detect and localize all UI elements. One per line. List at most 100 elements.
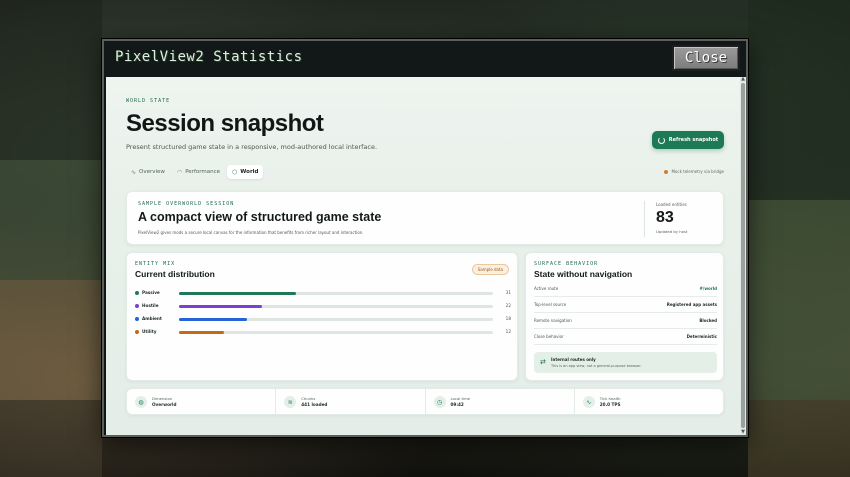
surface-row: Close behavior Deterministic (534, 329, 717, 345)
entity-mix-card: ENTITY MIX Current distribution Sample d… (126, 252, 518, 381)
scroll-down-icon[interactable]: ▼ (740, 430, 746, 435)
mix-eyebrow: ENTITY MIX (135, 261, 176, 267)
telemetry-label: Mock telemetry via bridge (671, 169, 724, 174)
mix-row-hostile: Hostile 22 (135, 302, 511, 310)
title-bar: PixelView2 Statistics Close (104, 41, 746, 77)
progress-track (179, 331, 493, 334)
progress-fill (179, 292, 297, 295)
footer-key: Tick health (599, 396, 621, 401)
footer-value: 441 loaded (301, 402, 328, 407)
internal-title: Internal routes only (551, 357, 596, 362)
mix-label: Ambient (142, 316, 162, 321)
progress-track (179, 292, 493, 295)
surface-key: Close behavior (534, 334, 564, 339)
activity-icon: ∿ (131, 168, 137, 176)
mix-label: Passive (142, 290, 160, 295)
mix-value: 12 (505, 329, 511, 334)
globe-icon: ◍ (135, 396, 147, 408)
tab-label: Overview (139, 169, 165, 175)
layers-icon: ≋ (284, 396, 297, 408)
legend-dot (135, 330, 139, 334)
clock-icon: ◷ (433, 396, 446, 408)
scroll-thumb[interactable] (741, 83, 745, 428)
sample-data-badge: Sample data (471, 264, 509, 275)
mix-row-passive: Passive 31 (135, 289, 511, 297)
surface-value: Deterministic (686, 334, 717, 339)
footer-tick-health: ∿ Tick health 20.0 TPS (575, 389, 723, 414)
internal-routes-notice: ⇄ Internal routes only This is an app vi… (534, 352, 717, 373)
status-dot (664, 169, 669, 174)
progress-fill (179, 318, 248, 321)
scroll-up-icon[interactable]: ▲ (740, 77, 746, 82)
page-subtitle: Present structured game state in a respo… (126, 143, 378, 151)
surface-behavior-card: SURFACE BEHAVIOR State without navigatio… (525, 252, 724, 381)
footer-stats: ◍ Dimension Overworld ≋ Chunks 441 loade… (126, 388, 724, 415)
surface-eyebrow: SURFACE BEHAVIOR (534, 261, 599, 267)
footer-key: Chunks (301, 396, 316, 401)
tab-overview[interactable]: ∿ Overview (126, 165, 170, 179)
progress-track (179, 318, 493, 321)
mix-label: Utility (142, 329, 157, 334)
pulse-icon: ∿ (582, 396, 595, 408)
surface-row: Remote navigation Blocked (534, 313, 717, 329)
loaded-entities-label: Loaded entities (656, 202, 687, 207)
footer-key: Dimension (152, 396, 173, 401)
surface-value: Blocked (699, 318, 717, 323)
tab-performance[interactable]: ◠ Performance (172, 165, 225, 179)
tab-label: World (240, 169, 259, 175)
loaded-entities-value: 83 (656, 209, 674, 226)
progress-fill (179, 331, 225, 334)
legend-dot (135, 291, 139, 295)
tab-bar: ∿ Overview ◠ Performance ⬡ World (126, 165, 264, 179)
footer-chunks: ≋ Chunks 441 loaded (276, 389, 426, 414)
header-eyebrow: WORLD STATE (126, 98, 171, 104)
mix-row-utility: Utility 12 (135, 328, 511, 336)
gauge-icon: ◠ (176, 168, 183, 176)
route-icon: ⇄ (540, 358, 546, 366)
legend-dot (135, 304, 139, 308)
surface-title: State without navigation (534, 269, 633, 279)
telemetry-note: Mock telemetry via bridge (664, 169, 724, 174)
tab-label: Performance (185, 169, 221, 175)
internal-sub: This is an app view, not a general-purpo… (551, 364, 642, 368)
refresh-label: Refresh snapshot (668, 137, 719, 143)
progress-track (179, 305, 493, 308)
footer-dimension: ◍ Dimension Overworld (127, 389, 277, 414)
surface-key: Active route (534, 286, 559, 291)
refresh-icon (657, 136, 665, 144)
surface-row: Top-level source Registered app assets (534, 297, 717, 313)
tab-world[interactable]: ⬡ World (227, 165, 264, 179)
page: WORLD STATE Session snapshot Present str… (126, 98, 724, 415)
vertical-scrollbar[interactable]: ▲ ▼ (740, 77, 746, 435)
footer-key: Local time (450, 396, 471, 401)
refresh-snapshot-button[interactable]: Refresh snapshot (652, 131, 724, 149)
footer-value: 09:42 (450, 402, 464, 407)
surface-value: #/world (699, 286, 717, 291)
surface-key: Remote navigation (534, 318, 572, 323)
overview-eyebrow: SAMPLE OVERWORLD SESSION (138, 201, 235, 207)
mix-value: 18 (505, 316, 511, 321)
cube-icon: ⬡ (232, 168, 238, 176)
stats-window: PixelView2 Statistics Close WORLD STATE … (102, 39, 748, 437)
page-title: Session snapshot (126, 110, 324, 137)
mix-value: 31 (505, 290, 511, 295)
surface-row: Active route #/world (534, 281, 717, 297)
close-button[interactable]: Close (672, 45, 740, 71)
overview-title: A compact view of structured game state (138, 210, 382, 224)
mix-value: 22 (505, 303, 511, 308)
progress-fill (179, 305, 263, 308)
footer-value: Overworld (152, 402, 177, 407)
window-title: PixelView2 Statistics (115, 49, 303, 65)
surface-value: Registered app assets (666, 302, 717, 307)
divider (644, 201, 645, 237)
loaded-entities-sub: Updated by host (656, 229, 688, 234)
mix-row-ambient: Ambient 18 (135, 315, 511, 323)
legend-dot (135, 317, 139, 321)
content-viewport[interactable]: WORLD STATE Session snapshot Present str… (106, 77, 742, 435)
mix-label: Hostile (142, 303, 159, 308)
footer-value: 20.0 TPS (599, 402, 621, 407)
overview-card: SAMPLE OVERWORLD SESSION A compact view … (126, 191, 724, 245)
mix-title: Current distribution (135, 269, 215, 279)
surface-key: Top-level source (534, 302, 567, 307)
overview-description: PixelView2 gives mods a secure local can… (138, 230, 364, 235)
